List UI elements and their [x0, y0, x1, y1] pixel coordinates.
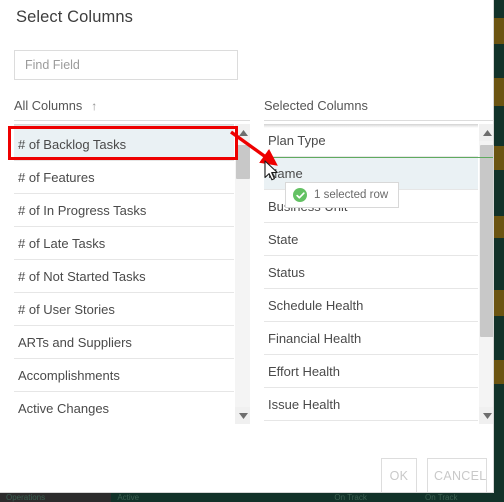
scrollbar-thumb-left[interactable] — [236, 145, 250, 179]
all-column-label: # of Backlog Tasks — [18, 136, 127, 152]
background-segment — [494, 384, 504, 502]
selected-column-label: Effort Health — [268, 363, 341, 379]
selected-column-row[interactable]: State — [264, 223, 478, 256]
background-cell — [218, 493, 329, 502]
background-segment — [494, 170, 504, 216]
selected-column-row[interactable]: Plan Type — [264, 124, 478, 157]
scroll-up-arrow-left[interactable] — [235, 124, 250, 141]
selected-column-label: Issue Health — [268, 396, 341, 412]
background-segment — [494, 44, 504, 78]
all-column-row[interactable]: # of Features — [14, 161, 234, 194]
selected-column-row[interactable]: Schedule Health — [264, 289, 478, 322]
dialog-title: Select Columns — [16, 8, 133, 26]
all-column-row[interactable]: # of Late Tasks — [14, 227, 234, 260]
selected-columns-scrollbar[interactable] — [478, 124, 493, 424]
selected-column-row[interactable]: Effort Health — [264, 355, 478, 388]
all-column-label: Accomplishments — [18, 367, 120, 383]
all-column-row[interactable]: ARTs and Suppliers — [14, 326, 234, 359]
selected-columns-header-label: Selected Columns — [264, 98, 368, 113]
all-column-label: # of Late Tasks — [18, 235, 106, 251]
check-circle-icon — [293, 188, 307, 202]
background-page-right-edge — [494, 0, 504, 502]
background-segment — [494, 0, 504, 18]
all-column-label: # of In Progress Tasks — [18, 202, 147, 218]
all-columns-header[interactable]: All Columns ↑ — [14, 91, 238, 121]
background-segment — [494, 146, 504, 170]
background-segment — [494, 216, 504, 238]
selected-column-label: Schedule Health — [268, 297, 364, 313]
selected-column-row[interactable]: Status — [264, 256, 478, 289]
background-cell: On Track — [419, 493, 504, 502]
all-columns-panel: # of Backlog Tasks # of Features # of In P… — [14, 124, 250, 424]
header-divider-left — [238, 120, 250, 121]
selected-columns-list[interactable]: Plan TypeNameBusiness UnitStateStatusSch… — [264, 124, 478, 424]
all-column-row[interactable]: Active Changes — [14, 392, 234, 424]
list-top-shadow-left — [14, 124, 236, 128]
cancel-button[interactable]: CANCEL — [427, 458, 487, 492]
background-segment — [494, 316, 504, 360]
selected-column-label: Status — [268, 264, 305, 280]
selected-column-label: Financial Health — [268, 330, 362, 346]
background-segment — [494, 18, 504, 44]
all-column-label: # of Not Started Tasks — [18, 268, 146, 284]
all-columns-header-label: All Columns — [14, 98, 83, 113]
all-column-row[interactable]: # of User Stories — [14, 293, 234, 326]
scroll-up-arrow-right[interactable] — [479, 124, 493, 141]
all-column-row[interactable]: # of In Progress Tasks — [14, 194, 234, 227]
selected-column-row[interactable]: Financial Health — [264, 322, 478, 355]
all-column-label: # of User Stories — [18, 301, 115, 317]
background-segment — [494, 78, 504, 106]
scroll-down-arrow-left[interactable] — [235, 407, 250, 424]
ok-button[interactable]: OK — [381, 458, 417, 492]
sort-ascending-icon[interactable]: ↑ — [91, 100, 97, 112]
all-column-label: # of Features — [18, 169, 95, 185]
background-segment — [494, 106, 504, 146]
find-field-input[interactable] — [14, 50, 238, 80]
selected-column-label: Plan Type — [268, 132, 326, 148]
all-column-row[interactable]: # of Not Started Tasks — [14, 260, 234, 293]
background-segment — [494, 238, 504, 290]
scroll-down-arrow-right[interactable] — [479, 407, 493, 424]
all-column-row[interactable]: Accomplishments — [14, 359, 234, 392]
selected-column-label: State — [268, 231, 299, 247]
select-columns-dialog: Select Columns All Columns ↑ Selected Co… — [0, 0, 494, 493]
selected-columns-panel: Plan TypeNameBusiness UnitStateStatusSch… — [264, 124, 493, 424]
drag-tooltip-label: 1 selected row — [314, 189, 389, 201]
all-columns-scrollbar[interactable] — [234, 124, 250, 424]
selected-columns-header: Selected Columns — [264, 91, 488, 121]
all-column-label: Active Changes — [18, 400, 110, 416]
background-segment — [494, 360, 504, 384]
selected-column-row[interactable]: Issue Health — [264, 388, 478, 421]
selected-column-label: Name — [268, 166, 303, 181]
drag-tooltip: 1 selected row — [285, 182, 400, 208]
all-column-row[interactable]: # of Backlog Tasks — [14, 128, 234, 161]
scrollbar-thumb-right[interactable] — [480, 145, 493, 337]
background-cell: Operations — [0, 493, 112, 502]
all-columns-list[interactable]: # of Backlog Tasks # of Features # of In P… — [14, 124, 234, 424]
list-top-shadow-right — [264, 124, 480, 128]
background-cell: On Track — [328, 493, 419, 502]
drop-indicator-line — [264, 157, 493, 158]
header-divider-right — [488, 120, 493, 121]
all-column-label: ARTs and Suppliers — [18, 334, 132, 350]
background-segment — [494, 290, 504, 316]
background-cell: Active — [111, 493, 219, 502]
background-page-bottom-edge: Operations Active On Track On Track — [0, 493, 504, 502]
